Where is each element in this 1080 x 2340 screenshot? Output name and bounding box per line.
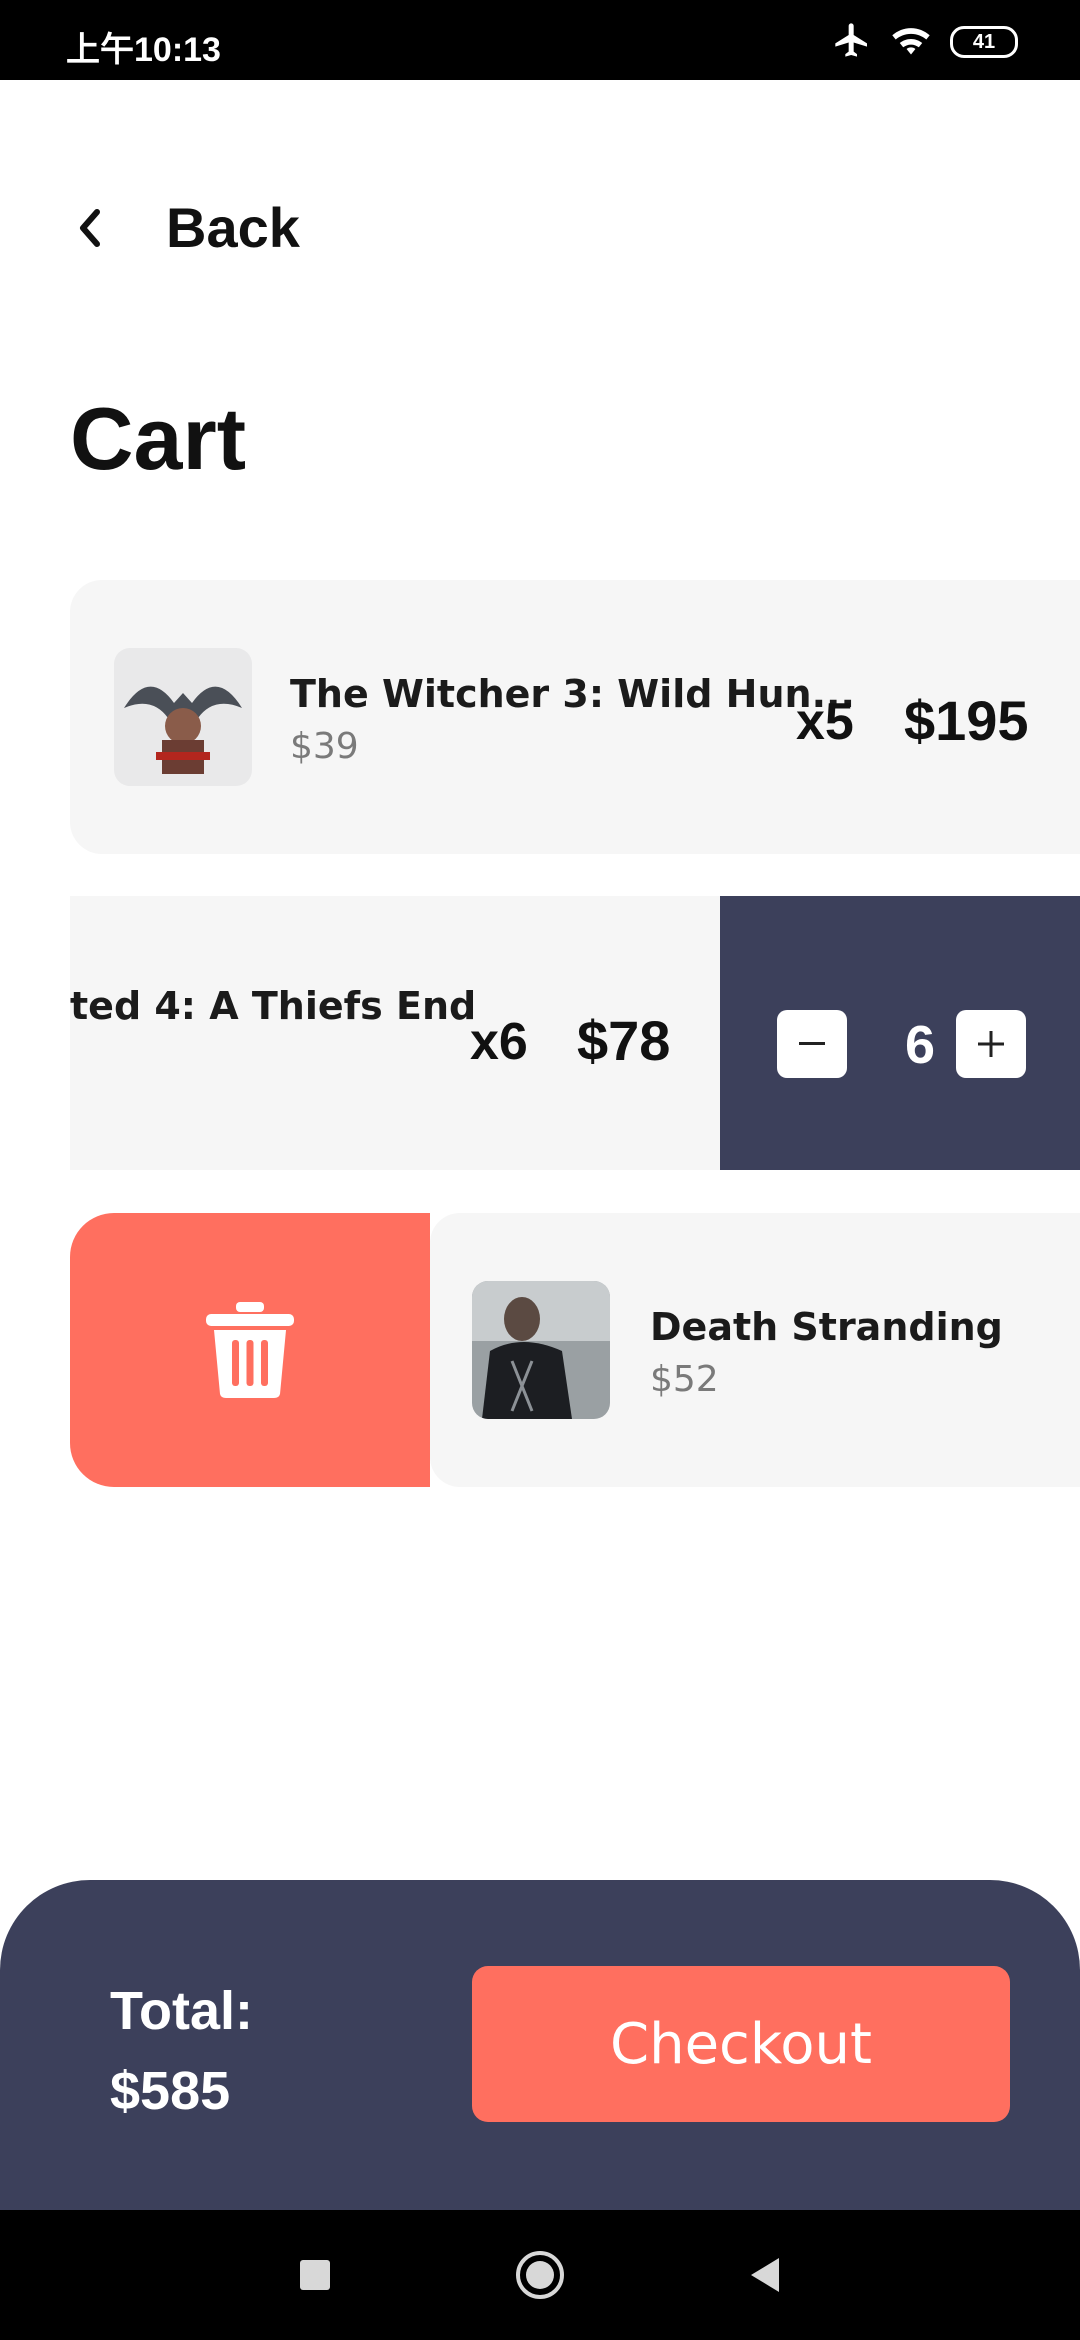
checkout-button[interactable]: Checkout xyxy=(472,1966,1010,2122)
back-button[interactable]: Back xyxy=(70,195,300,260)
page-title: Cart xyxy=(70,389,247,488)
cart-item-uncharted[interactable]: ted 4: A Thiefs End x6 $78 xyxy=(70,896,721,1170)
square-icon xyxy=(300,2260,330,2290)
item-price: $39 xyxy=(290,726,359,767)
item-quantity: x6 xyxy=(470,1013,528,1071)
recent-apps-button[interactable] xyxy=(290,2250,340,2300)
item-subtotal: $78 xyxy=(577,1009,671,1072)
cart-item-witcher[interactable]: The Witcher 3: Wild Hun... $39 x5 $195 xyxy=(70,580,1080,854)
increment-button[interactable] xyxy=(956,1010,1026,1078)
airplane-icon xyxy=(832,20,872,64)
quantity-value: 6 xyxy=(904,1015,936,1075)
chevron-left-icon xyxy=(70,198,110,258)
total-label: Total: xyxy=(110,1981,253,2041)
back-nav-button[interactable] xyxy=(740,2250,790,2300)
item-price: $52 xyxy=(650,1359,719,1400)
quantity-stepper: 6 xyxy=(720,896,1080,1170)
delete-button[interactable] xyxy=(70,1213,430,1487)
total-value: $585 xyxy=(110,2061,231,2121)
status-bar: 上午10:13 41 xyxy=(0,0,1080,80)
item-name: ted 4: A Thiefs End xyxy=(70,984,477,1028)
triangle-back-icon xyxy=(751,2258,779,2292)
item-name: Death Stranding xyxy=(650,1305,1003,1349)
game-cover-image xyxy=(472,1281,610,1419)
checkout-panel: Total: $585 Checkout xyxy=(0,1880,1080,2210)
system-nav-bar xyxy=(0,2210,1080,2340)
wifi-icon xyxy=(890,23,932,61)
status-icons: 41 xyxy=(832,20,1018,64)
decrement-button[interactable] xyxy=(777,1010,847,1078)
status-time: 上午10:13 xyxy=(66,31,221,69)
trash-icon xyxy=(206,1302,294,1398)
item-quantity: x5 xyxy=(796,693,854,751)
game-cover-image xyxy=(114,648,252,786)
battery-icon: 41 xyxy=(950,26,1018,58)
minus-icon xyxy=(799,1042,825,1045)
home-button[interactable] xyxy=(515,2250,565,2300)
plus-icon xyxy=(978,1031,1004,1057)
back-label: Back xyxy=(166,196,300,259)
battery-level: 41 xyxy=(972,30,996,53)
item-name: The Witcher 3: Wild Hun... xyxy=(290,672,855,716)
circle-icon xyxy=(516,2251,564,2299)
cart-item-death-stranding[interactable]: Death Stranding $52 xyxy=(430,1213,1080,1487)
item-subtotal: $195 xyxy=(904,689,1029,752)
